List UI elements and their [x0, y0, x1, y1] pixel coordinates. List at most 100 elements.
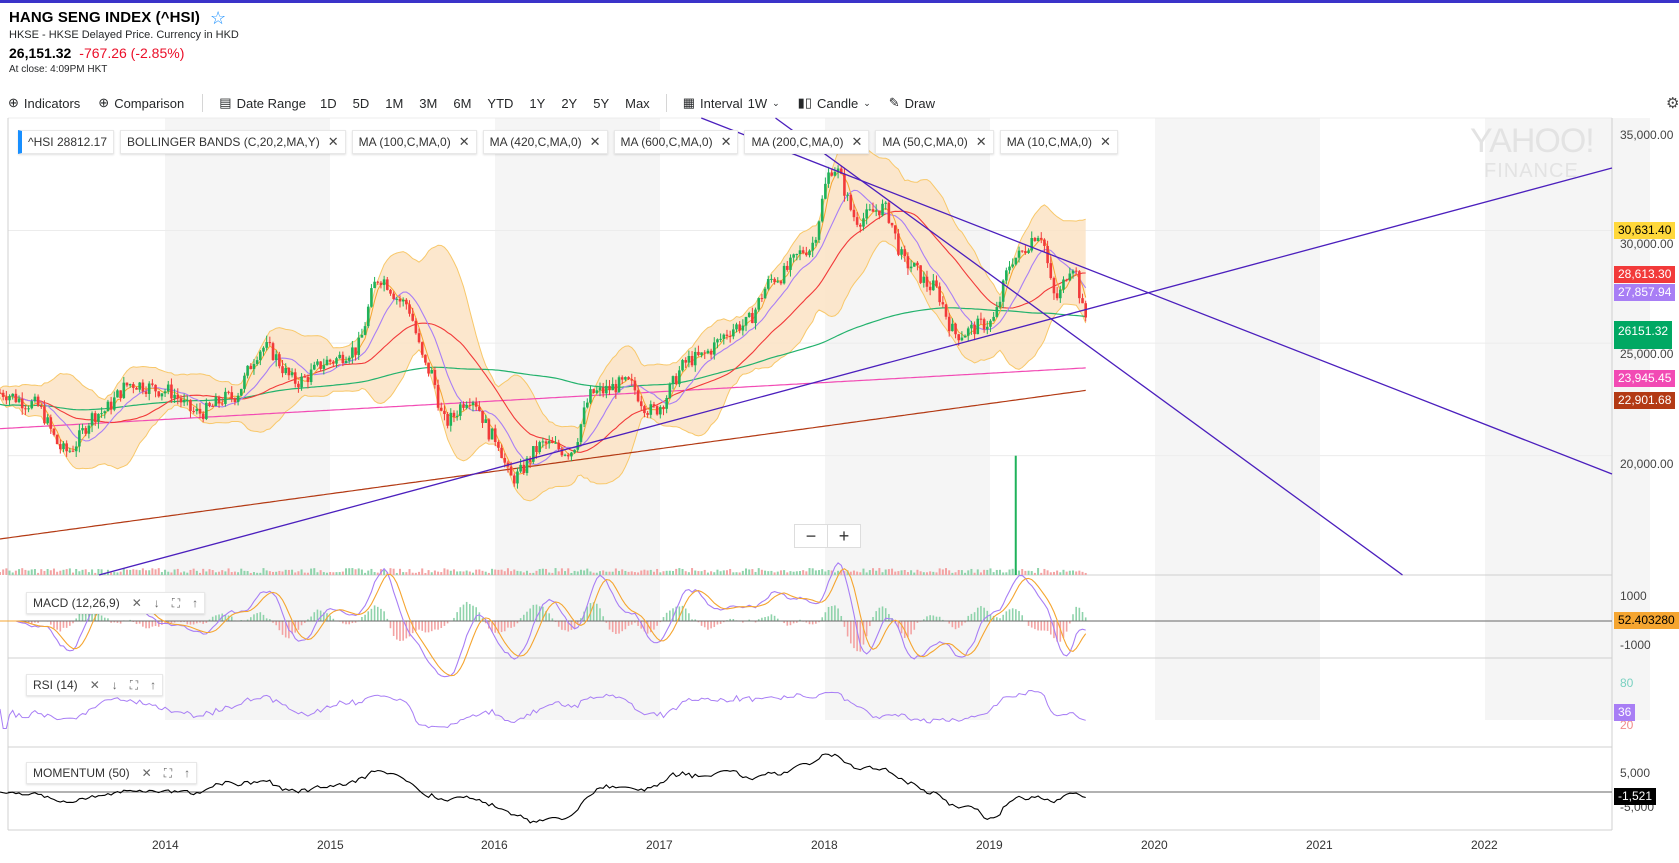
candle-body [624, 377, 627, 380]
volume-bar [40, 569, 43, 575]
study-chip-bollinger[interactable]: BOLLINGER BANDS (C,20,2,MA,Y) ✕ [120, 130, 346, 154]
volume-bar [976, 569, 979, 575]
macd-histogram-bar [503, 621, 506, 632]
volume-bar [135, 569, 138, 575]
volume-bar [360, 569, 363, 575]
price-label-text: 23,945.45 [1618, 371, 1672, 385]
close-icon[interactable]: ✕ [132, 596, 142, 610]
volume-bar [208, 569, 211, 575]
volume-bar [452, 569, 455, 575]
volume-bar [284, 569, 287, 575]
candle-body [620, 377, 624, 380]
volume-bar [624, 570, 627, 575]
candle-body [766, 279, 770, 289]
volume-bar [672, 571, 675, 575]
volume-bar [532, 572, 535, 575]
volume-bar [868, 570, 871, 575]
macd-histogram-bar [970, 613, 973, 622]
candle-body [738, 324, 741, 331]
candle [487, 418, 491, 442]
study-chip-ma10[interactable]: MA (10,C,MA,0) ✕ [999, 130, 1118, 154]
volume-bar [614, 568, 617, 575]
volume-bar [691, 568, 694, 575]
volume-bar [475, 569, 478, 575]
volume-bar [557, 571, 560, 575]
volume-bar [906, 572, 909, 575]
volume-bar [849, 571, 852, 575]
arrow-down-icon[interactable]: ↓ [112, 678, 118, 692]
macd-histogram-bar [1011, 608, 1014, 622]
candle-body [11, 393, 14, 397]
study-chip-label: MA (50,C,MA,0) [882, 135, 968, 149]
candle-body [643, 406, 646, 414]
candle-body [887, 202, 891, 223]
study-chip-ma50[interactable]: MA (50,C,MA,0) ✕ [875, 130, 994, 154]
candle-body [830, 172, 834, 176]
macd-histogram-bar [888, 614, 890, 622]
candle-body [668, 383, 672, 398]
volume-bar [468, 571, 471, 575]
macd-histogram-bar [142, 621, 144, 627]
macd-histogram-bar [1049, 621, 1052, 635]
close-icon[interactable]: ✕ [976, 134, 987, 150]
candle-body [341, 354, 345, 364]
close-icon[interactable]: ✕ [1100, 134, 1111, 150]
expand-icon[interactable]: ⛶ [172, 596, 180, 611]
zoom-in-button[interactable]: + [827, 525, 860, 547]
candle-body [379, 282, 383, 286]
momentum-study-chip[interactable]: MOMENTUM (50) ✕ ⛶ ↑ [26, 762, 198, 784]
candle-body [109, 401, 113, 410]
study-chip-ma420[interactable]: MA (420,C,MA,0) ✕ [482, 130, 608, 154]
close-icon[interactable]: ✕ [328, 134, 339, 150]
candle-body [760, 298, 764, 300]
volume-bar [427, 570, 430, 575]
expand-icon[interactable]: ⛶ [130, 678, 138, 693]
candle [820, 195, 824, 223]
close-icon[interactable]: ✕ [90, 678, 100, 692]
macd-histogram-bar [907, 621, 909, 638]
candle-body [84, 428, 88, 434]
candle [271, 341, 275, 361]
close-icon[interactable]: ✕ [459, 134, 470, 150]
candle-body [951, 323, 954, 332]
candle-body [424, 354, 427, 363]
macd-histogram-bar [786, 621, 789, 626]
arrow-up-icon[interactable]: ↑ [192, 596, 198, 610]
close-icon[interactable]: ✕ [590, 134, 601, 150]
study-chip-ma200[interactable]: MA (200,C,MA,0) ✕ [744, 130, 870, 154]
candle-body [798, 250, 802, 254]
candle-body [1027, 250, 1030, 253]
close-icon[interactable]: ✕ [142, 766, 152, 780]
close-icon[interactable]: ✕ [721, 134, 732, 150]
zoom-out-button[interactable]: − [795, 525, 827, 547]
candle-body [259, 351, 262, 361]
volume-bar [710, 571, 713, 575]
volume-bar [519, 571, 522, 575]
close-icon[interactable]: ✕ [852, 134, 863, 150]
candle-body [246, 365, 249, 376]
rsi-study-chip[interactable]: RSI (14) ✕ ↓ ⛶ ↑ [26, 674, 164, 696]
expand-icon[interactable]: ⛶ [164, 766, 172, 781]
candle [55, 434, 59, 445]
candle-body [963, 335, 967, 338]
arrow-up-icon[interactable]: ↑ [150, 678, 156, 692]
volume-bar [986, 569, 989, 575]
candle-body [287, 367, 291, 376]
volume-bar [291, 569, 294, 575]
macd-study-chip[interactable]: MACD (12,26,9) ✕ ↓ ⛶ ↑ [26, 592, 206, 614]
volume-bar [462, 571, 465, 575]
volume-bar [865, 572, 868, 575]
candle-body [966, 328, 970, 336]
study-chip-hsi[interactable]: ^HSI 28812.17 [18, 130, 115, 154]
candle-body [490, 428, 494, 440]
volume-bar [925, 572, 928, 575]
arrow-up-icon[interactable]: ↑ [184, 766, 190, 780]
macd-histogram-bar [1008, 609, 1011, 622]
study-chip-ma100[interactable]: MA (100,C,MA,0) ✕ [351, 130, 477, 154]
volume-bar [938, 568, 941, 575]
candle-body [912, 262, 916, 267]
study-chip-ma600[interactable]: MA (600,C,MA,0) ✕ [613, 130, 739, 154]
candle-body [363, 326, 367, 335]
arrow-down-icon[interactable]: ↓ [154, 596, 160, 610]
macd-histogram-bar [869, 621, 871, 627]
